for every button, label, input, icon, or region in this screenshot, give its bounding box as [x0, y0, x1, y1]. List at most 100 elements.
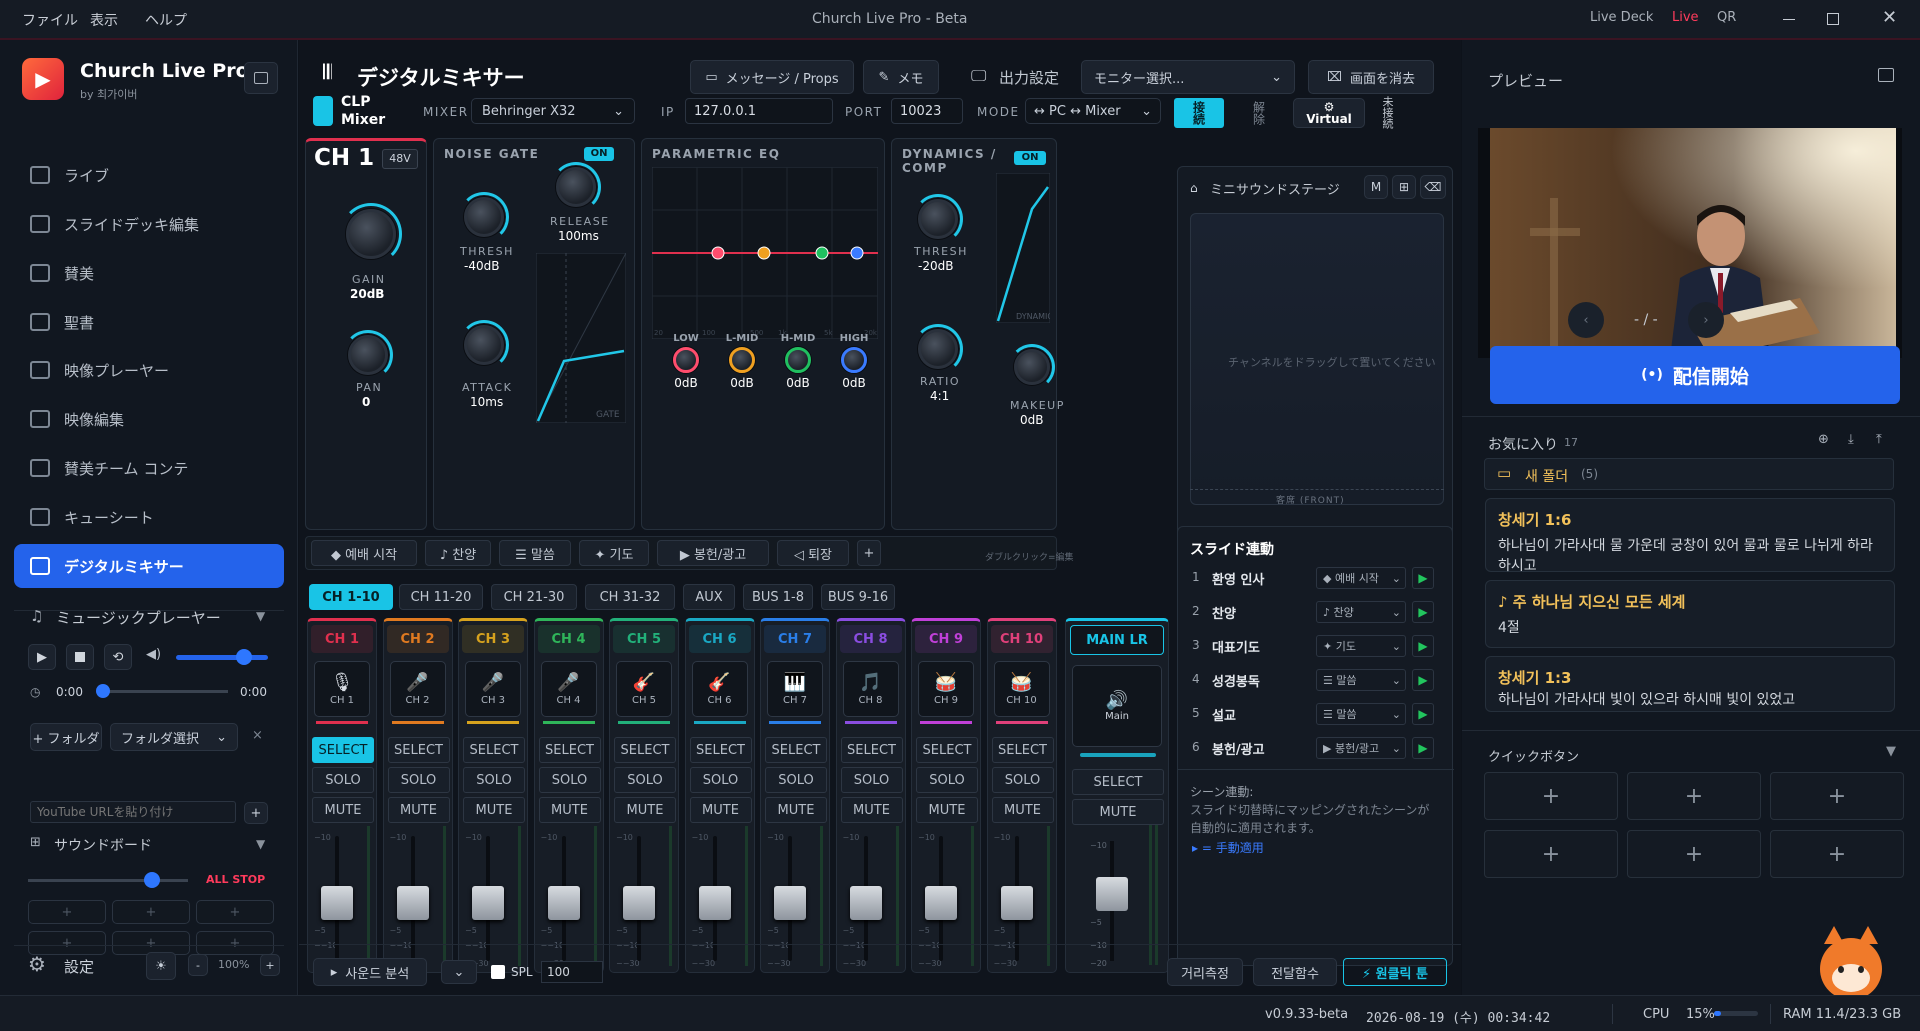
channel-fader[interactable]: [849, 886, 882, 920]
eq-band-hmid-point[interactable]: [815, 246, 829, 260]
monitor-select[interactable]: モニター選択... ⌄: [1081, 60, 1295, 94]
favorite-item[interactable]: ♪ 주 하나님 지으신 모든 세계 4절: [1485, 580, 1895, 648]
bank-tab-bus1-8[interactable]: BUS 1-8: [743, 584, 813, 610]
one-click-tune-button[interactable]: ⚡ 원클릭 툰: [1343, 958, 1447, 986]
manual-apply-link[interactable]: ▸ = 手動適用: [1192, 839, 1264, 856]
solo-button[interactable]: SOLO: [840, 767, 903, 793]
live-deck-link[interactable]: Live Deck: [1590, 10, 1653, 25]
scene-select[interactable]: ♪ 찬양 ⌄: [1316, 601, 1406, 623]
select-button[interactable]: SELECT: [689, 737, 752, 763]
folder-select[interactable]: フォルダ選択 ⌄: [110, 723, 238, 751]
channel-fader[interactable]: [698, 886, 731, 920]
add-url-button[interactable]: +: [244, 802, 268, 824]
mute-button[interactable]: MUTE: [765, 797, 827, 823]
sidebar-item-video-edit[interactable]: 映像編集: [14, 397, 284, 441]
channel-name[interactable]: CH 3: [462, 625, 524, 653]
mute-button[interactable]: MUTE: [689, 797, 752, 823]
stage-grid-button[interactable]: ⊞: [1392, 175, 1416, 199]
apply-scene-button[interactable]: ▶: [1412, 669, 1434, 691]
channel-fader[interactable]: [472, 886, 504, 920]
solo-button[interactable]: SOLO: [538, 767, 601, 793]
youtube-url-input[interactable]: [30, 801, 236, 823]
disconnect-button[interactable]: 解除: [1235, 98, 1283, 128]
stage-clear-button[interactable]: ⌫: [1420, 175, 1446, 199]
chevron-down-icon[interactable]: ▼: [256, 609, 265, 623]
channel-fader[interactable]: [925, 886, 957, 920]
mute-button[interactable]: MUTE: [312, 797, 374, 823]
all-stop-button[interactable]: ALL STOP: [206, 873, 265, 886]
solo-button[interactable]: SOLO: [463, 767, 525, 793]
sidebar-item-bible[interactable]: 聖書: [14, 300, 284, 344]
mute-button[interactable]: MUTE: [387, 797, 450, 823]
channel-fader[interactable]: [396, 886, 429, 920]
solo-button[interactable]: SOLO: [614, 767, 676, 793]
solo-button[interactable]: SOLO: [689, 767, 752, 793]
eq-band-lmid-point[interactable]: [757, 246, 771, 260]
qr-link[interactable]: QR: [1717, 10, 1736, 25]
scene-button[interactable]: ☰ 말씀: [499, 540, 571, 566]
main-lr-fader[interactable]: [1096, 877, 1128, 911]
chevron-down-icon[interactable]: ▼: [1886, 744, 1896, 759]
channel-name[interactable]: CH 10: [990, 625, 1053, 653]
sidebar-item-video-player[interactable]: 映像プレーヤー: [14, 348, 284, 392]
channel-name[interactable]: CH 6: [688, 625, 751, 653]
stop-button[interactable]: [66, 644, 94, 670]
sidebar-item-worship[interactable]: 賛美: [14, 251, 284, 295]
quick-button-slot[interactable]: +: [1484, 830, 1618, 878]
prev-slide-button[interactable]: ‹: [1568, 302, 1604, 338]
select-button[interactable]: SELECT: [991, 737, 1054, 763]
quick-button-slot[interactable]: +: [1627, 830, 1761, 878]
mute-button[interactable]: MUTE: [840, 797, 903, 823]
add-folder-button[interactable]: + フォルダ: [30, 723, 102, 751]
apply-scene-button[interactable]: ▶: [1412, 567, 1434, 589]
soundboard-slot[interactable]: +: [196, 931, 274, 955]
stage-m-button[interactable]: M: [1364, 175, 1388, 199]
scene-button[interactable]: ♪ 찬양: [425, 540, 491, 566]
scene-button[interactable]: ✦ 기도: [579, 540, 649, 566]
volume-slider[interactable]: [176, 655, 268, 660]
channel-name[interactable]: CH 2: [386, 625, 449, 653]
live-link[interactable]: Live: [1672, 10, 1699, 25]
select-button[interactable]: SELECT: [538, 737, 601, 763]
solo-button[interactable]: SOLO: [312, 767, 374, 793]
eq-high-knob[interactable]: [841, 347, 867, 373]
scene-button[interactable]: ◆ 예배 시작: [311, 540, 417, 566]
panel-icon[interactable]: [1878, 68, 1894, 82]
channel-icon-box[interactable]: 🎤 CH 4: [540, 661, 597, 717]
sound-analysis-button[interactable]: ▸ 사운드 분석: [313, 958, 427, 986]
eq-band-high-point[interactable]: [850, 246, 864, 260]
channel-fader[interactable]: [321, 886, 353, 920]
channel-icon-box[interactable]: 🥁 CH 9: [918, 661, 974, 717]
bank-tab-ch11-20[interactable]: CH 11-20: [399, 584, 483, 610]
maximize-icon[interactable]: [1827, 13, 1839, 25]
select-button[interactable]: SELECT: [765, 737, 827, 763]
quick-button-slot[interactable]: +: [1627, 772, 1761, 820]
scene-select[interactable]: ☰ 말씀 ⌄: [1316, 669, 1406, 691]
channel-icon-box[interactable]: 🎤 CH 3: [465, 661, 521, 717]
menu-help[interactable]: ヘルプ: [145, 10, 187, 30]
bank-tab-bus9-16[interactable]: BUS 9-16: [821, 584, 895, 610]
quick-button-slot[interactable]: +: [1484, 772, 1618, 820]
minimize-icon[interactable]: [1783, 19, 1795, 20]
scene-select[interactable]: ✦ 기도 ⌄: [1316, 635, 1406, 657]
mascot-avatar[interactable]: [1820, 926, 1882, 1000]
soundboard-slot[interactable]: +: [112, 900, 190, 924]
apply-scene-button[interactable]: ▶: [1412, 601, 1434, 623]
channel-icon-box[interactable]: 🎸 CH 5: [616, 661, 672, 717]
zoom-out-button[interactable]: -: [188, 954, 208, 976]
channel-name[interactable]: CH 7: [764, 625, 826, 653]
main-lr-icon-box[interactable]: 🔊 Main: [1072, 665, 1162, 747]
mute-button[interactable]: MUTE: [538, 797, 601, 823]
channel-icon-box[interactable]: 🎹 CH 7: [767, 661, 823, 717]
select-button[interactable]: SELECT: [840, 737, 903, 763]
channel-name[interactable]: CH 5: [613, 625, 675, 653]
channel-icon-box[interactable]: 🎙 CH 1: [314, 661, 370, 717]
mute-button[interactable]: MUTE: [614, 797, 676, 823]
soundboard-volume-thumb[interactable]: [144, 872, 160, 888]
sidebar-item-digital-mixer[interactable]: デジタルミキサー: [14, 544, 284, 588]
chevron-down-icon[interactable]: ▼: [256, 837, 265, 851]
apply-scene-button[interactable]: ▶: [1412, 635, 1434, 657]
eq-graph[interactable]: 20 100 500 1k 5k 20k: [652, 167, 878, 339]
eq-band-low-point[interactable]: [711, 246, 725, 260]
repeat-button[interactable]: ⟲: [104, 644, 132, 670]
